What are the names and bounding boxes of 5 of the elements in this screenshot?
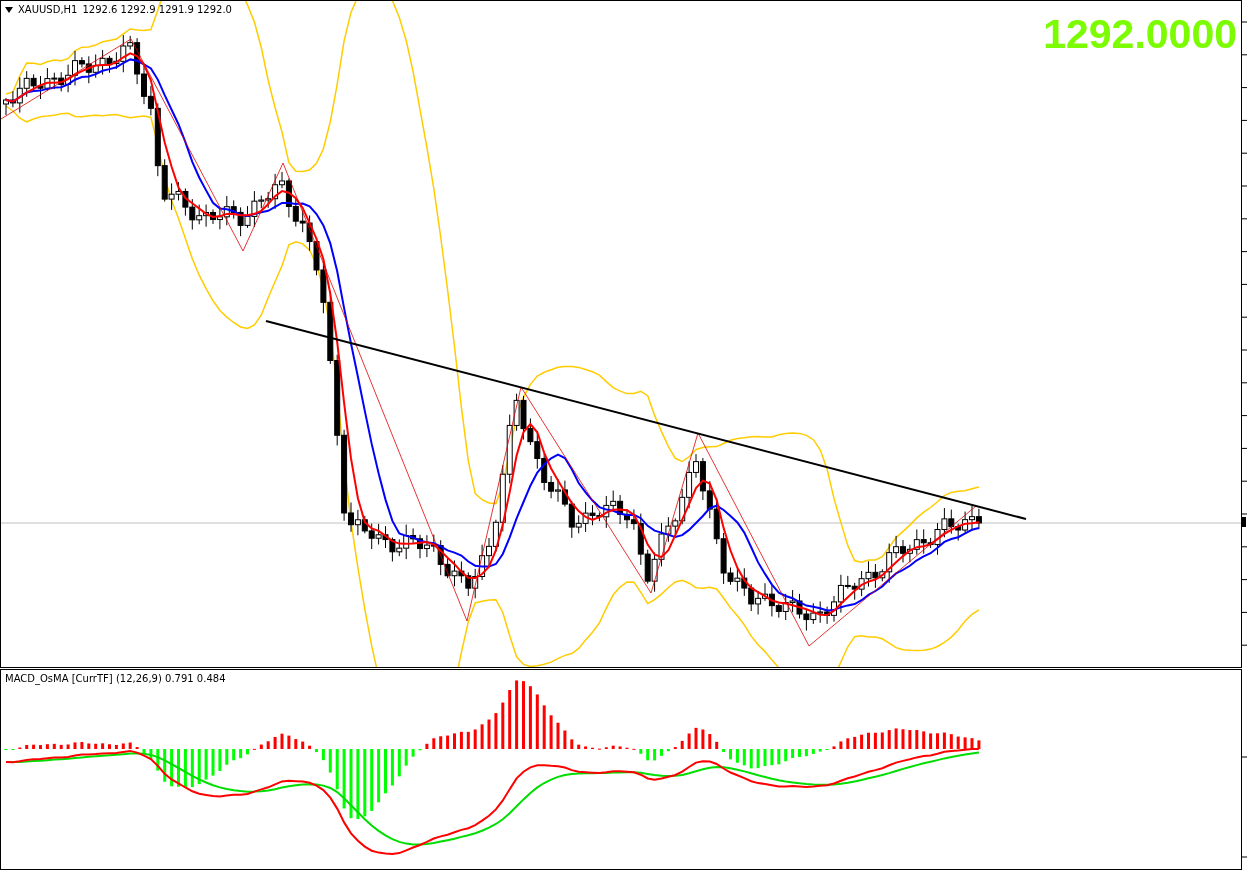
dropdown-triangle-icon[interactable] — [5, 6, 13, 13]
last-price-label: 1292.0000 — [1043, 11, 1237, 58]
ohlc-values: 1292.6 1292.9 1291.9 1292.0 — [82, 4, 232, 15]
indicator-label: MACD_OsMA [CurrTF] (12,26,9) 0.791 0.484 — [5, 673, 226, 684]
symbol-label: XAUUSD,H1 — [18, 4, 78, 15]
